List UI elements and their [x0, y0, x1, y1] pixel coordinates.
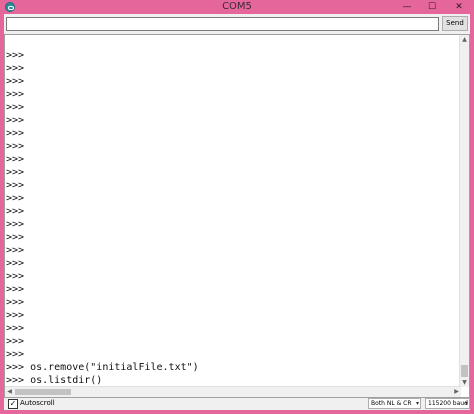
- vertical-scroll-thumb[interactable]: [461, 365, 468, 377]
- output-line: >>>: [6, 206, 25, 217]
- chevron-down-icon: ▾: [415, 400, 419, 407]
- line-ending-value: Both NL & CR: [371, 400, 412, 407]
- output-line: >>>: [6, 102, 25, 113]
- serial-output[interactable]: >>> >>> >>> >>> >>> >>> >>> >>> >>> >>> >>> >>> >>> >…: [4, 34, 470, 398]
- output-line: >>>: [6, 128, 25, 139]
- vertical-scrollbar[interactable]: ▲ ▼: [459, 35, 469, 387]
- output-line: >>>: [6, 349, 25, 360]
- serial-input[interactable]: [6, 17, 439, 31]
- output-line: >>>: [6, 180, 25, 191]
- output-lines: >>> >>> >>> >>> >>> >>> >>> >>> >>> >>> >>> >>> >>> >…: [6, 49, 199, 397]
- horizontal-scrollbar[interactable]: ◀ ▶: [5, 386, 461, 397]
- output-line: >>>: [6, 297, 25, 308]
- baud-rate-select[interactable]: 115200 baud ▾: [425, 398, 470, 409]
- output-line: >>>: [6, 76, 25, 87]
- output-line: >>>: [6, 50, 25, 61]
- output-line: >>>: [6, 245, 25, 256]
- check-icon: ✓: [9, 399, 17, 408]
- serial-monitor: Send >>> >>> >>> >>> >>> >>> >>> >>> >>> >>> >>> >>…: [4, 14, 470, 410]
- output-line: >>>: [6, 89, 25, 100]
- output-line: >>>: [6, 310, 25, 321]
- output-line: >>> os.remove("initialFile.txt"): [6, 362, 199, 373]
- output-line: >>>: [6, 193, 25, 204]
- output-line: >>>: [6, 219, 25, 230]
- status-bar: ✓ Autoscroll Both NL & CR ▾ 115200 baud …: [4, 398, 470, 410]
- scroll-up-icon[interactable]: ▲: [460, 35, 469, 44]
- output-line: >>>: [6, 271, 25, 282]
- minimize-button[interactable]: —: [394, 0, 420, 14]
- output-line: >>>: [6, 63, 25, 74]
- send-button[interactable]: Send: [442, 16, 468, 31]
- input-row: Send: [4, 14, 470, 34]
- output-line: >>>: [6, 284, 25, 295]
- line-ending-select[interactable]: Both NL & CR ▾: [368, 398, 421, 409]
- output-line: >>>: [6, 115, 25, 126]
- title-bar[interactable]: COM5 — ☐ ✕: [0, 0, 474, 14]
- autoscroll-label: Autoscroll: [20, 399, 55, 407]
- output-line: >>>: [6, 141, 25, 152]
- chevron-down-icon: ▾: [464, 400, 468, 407]
- close-button[interactable]: ✕: [444, 0, 474, 14]
- scroll-left-icon[interactable]: ◀: [5, 387, 14, 397]
- output-line: >>>: [6, 323, 25, 334]
- autoscroll-checkbox[interactable]: ✓: [8, 399, 18, 409]
- scroll-right-icon[interactable]: ▶: [452, 387, 461, 397]
- baud-rate-value: 115200 baud: [428, 400, 468, 407]
- output-line: >>>: [6, 232, 25, 243]
- output-line: >>>: [6, 167, 25, 178]
- output-line: >>>: [6, 258, 25, 269]
- horizontal-scroll-thumb[interactable]: [15, 389, 71, 395]
- scroll-down-icon[interactable]: ▼: [460, 378, 469, 387]
- maximize-button[interactable]: ☐: [419, 0, 445, 14]
- output-line: >>>: [6, 154, 25, 165]
- output-line: >>>: [6, 336, 25, 347]
